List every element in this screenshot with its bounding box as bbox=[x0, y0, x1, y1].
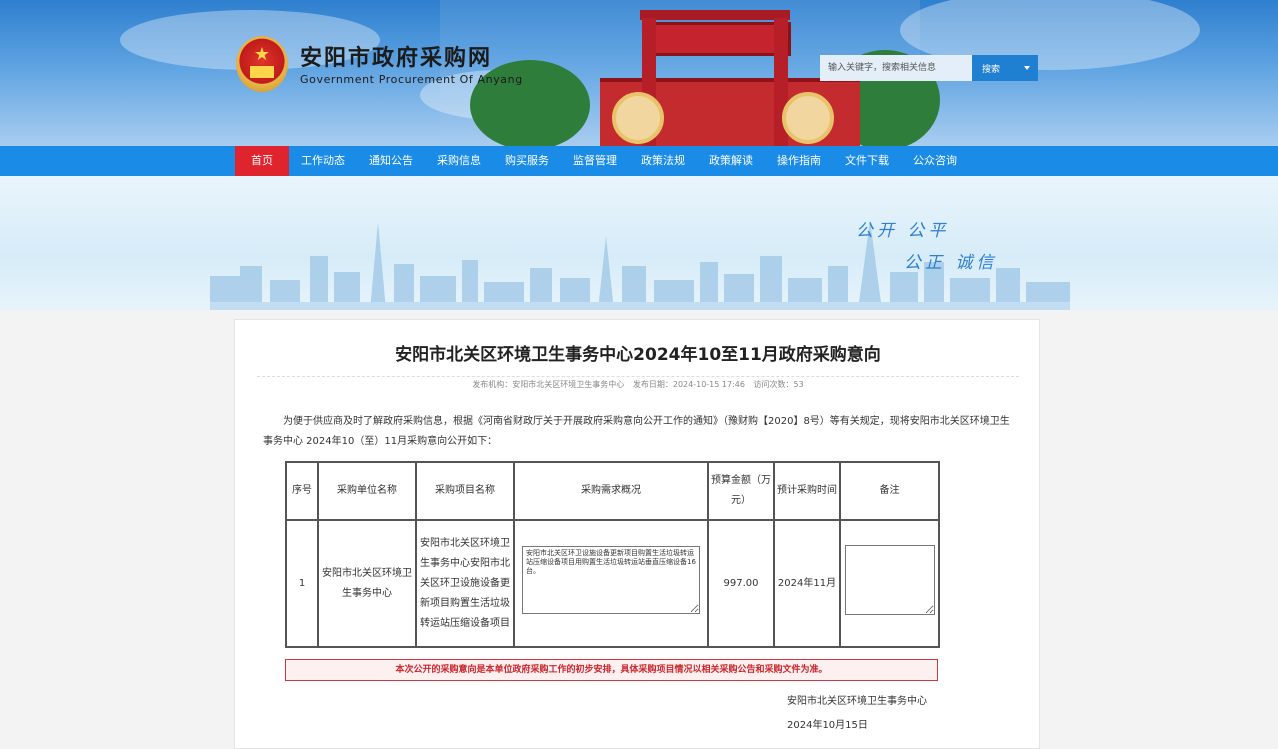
nav-list: 首页 工作动态 通知公告 采购信息 购买服务 监督管理 政策法规 政策解读 操作… bbox=[235, 146, 969, 176]
cell-seq: 1 bbox=[285, 519, 319, 648]
nav-item-policies[interactable]: 政策法规 bbox=[629, 146, 697, 176]
slogan-line-2: 公正 诚信 bbox=[904, 253, 998, 273]
cell-budget: 997.00 bbox=[707, 519, 775, 648]
site-title[interactable]: 安阳市政府采购网 bbox=[300, 40, 492, 72]
site-subtitle: Government Procurement Of Anyang bbox=[300, 73, 523, 86]
gate-round-window bbox=[782, 92, 834, 144]
main-nav: 首页 工作动态 通知公告 采购信息 购买服务 监督管理 政策法规 政策解读 操作… bbox=[0, 146, 1278, 176]
search-input[interactable] bbox=[820, 55, 972, 81]
intro-paragraph: 为便于供应商及时了解政府采购信息，根据《河南省财政厅关于开展政府采购意向公开工作… bbox=[263, 416, 1010, 447]
gate-roof bbox=[640, 10, 790, 20]
gate-plaque bbox=[645, 22, 791, 56]
national-emblem-icon[interactable]: ★ bbox=[236, 36, 288, 92]
nav-item-downloads[interactable]: 文件下载 bbox=[833, 146, 901, 176]
header-time: 预计采购时间 bbox=[773, 461, 841, 521]
header-seq: 序号 bbox=[285, 461, 319, 521]
procurement-table: 序号 采购单位名称 采购项目名称 采购需求概况 预算金额（万元） 预计采购时间 … bbox=[285, 461, 940, 648]
requirement-textarea[interactable]: 安阳市北关区环卫设施设备更新项目购置生活垃圾转运站压缩设备项目用购置生活垃圾转运… bbox=[522, 545, 700, 614]
table-header-row: 序号 采购单位名称 采购项目名称 采购需求概况 预算金额（万元） 预计采购时间 … bbox=[285, 461, 940, 521]
cell-time: 2024年11月 bbox=[773, 519, 841, 648]
notice-banner: 本次公开的采购意向是本单位政府采购工作的初步安排，具体采购项目情况以相关采购公告… bbox=[285, 659, 938, 681]
article-title: 安阳市北关区环境卫生事务中心2024年10至11月政府采购意向 bbox=[395, 345, 881, 365]
cell-unit: 安阳市北关区环境卫生事务中心 bbox=[317, 519, 417, 648]
nav-item-home[interactable]: 首页 bbox=[235, 146, 289, 176]
nav-item-procurement-info[interactable]: 采购信息 bbox=[425, 146, 493, 176]
header-budget: 预算金额（万元） bbox=[707, 461, 775, 521]
nav-item-public-consult[interactable]: 公众咨询 bbox=[901, 146, 969, 176]
header-requirement: 采购需求概况 bbox=[513, 461, 709, 521]
header-unit: 采购单位名称 bbox=[317, 461, 417, 521]
meta-views: 访问次数：53 bbox=[753, 380, 804, 389]
nav-item-guide[interactable]: 操作指南 bbox=[765, 146, 833, 176]
nav-item-policy-interpretation[interactable]: 政策解读 bbox=[697, 146, 765, 176]
nav-item-work-news[interactable]: 工作动态 bbox=[289, 146, 357, 176]
header-remark: 备注 bbox=[839, 461, 940, 521]
cell-remark bbox=[839, 519, 940, 648]
article-panel: 安阳市北关区环境卫生事务中心2024年10至11月政府采购意向 发布机构：安阳市… bbox=[234, 319, 1040, 749]
nav-item-notices[interactable]: 通知公告 bbox=[357, 146, 425, 176]
meta-publisher: 发布机构：安阳市北关区环境卫生事务中心 bbox=[472, 380, 625, 389]
signature-org: 安阳市北关区环境卫生事务中心 bbox=[787, 696, 927, 707]
header-project: 采购项目名称 bbox=[415, 461, 515, 521]
chevron-down-icon[interactable] bbox=[1024, 66, 1030, 70]
article-meta: 发布机构：安阳市北关区环境卫生事务中心 发布日期：2024-10-15 17:4… bbox=[235, 379, 1041, 390]
slogan-line-1: 公开 公平 bbox=[856, 221, 950, 241]
table-row: 1 安阳市北关区环境卫生事务中心 安阳市北关区环境卫生事务中心安阳市北关区环卫设… bbox=[285, 519, 940, 648]
site-header: ★ 安阳市政府采购网 Government Procurement Of Any… bbox=[0, 0, 1278, 146]
cell-requirement: 安阳市北关区环卫设施设备更新项目购置生活垃圾转运站压缩设备项目用购置生活垃圾转运… bbox=[513, 519, 709, 648]
cell-project: 安阳市北关区环境卫生事务中心安阳市北关区环卫设施设备更新项目购置生活垃圾转运站压… bbox=[415, 519, 515, 648]
hero-banner: 公开 公平 公正 诚信 bbox=[0, 176, 1278, 310]
nav-item-purchase-services[interactable]: 购买服务 bbox=[493, 146, 561, 176]
title-divider bbox=[257, 376, 1019, 378]
gate-round-window bbox=[612, 92, 664, 144]
remark-textarea[interactable] bbox=[844, 544, 935, 615]
meta-date: 发布日期：2024-10-15 17:46 bbox=[632, 380, 745, 389]
nav-item-supervision[interactable]: 监督管理 bbox=[561, 146, 629, 176]
signature-date: 2024年10月15日 bbox=[787, 720, 868, 731]
